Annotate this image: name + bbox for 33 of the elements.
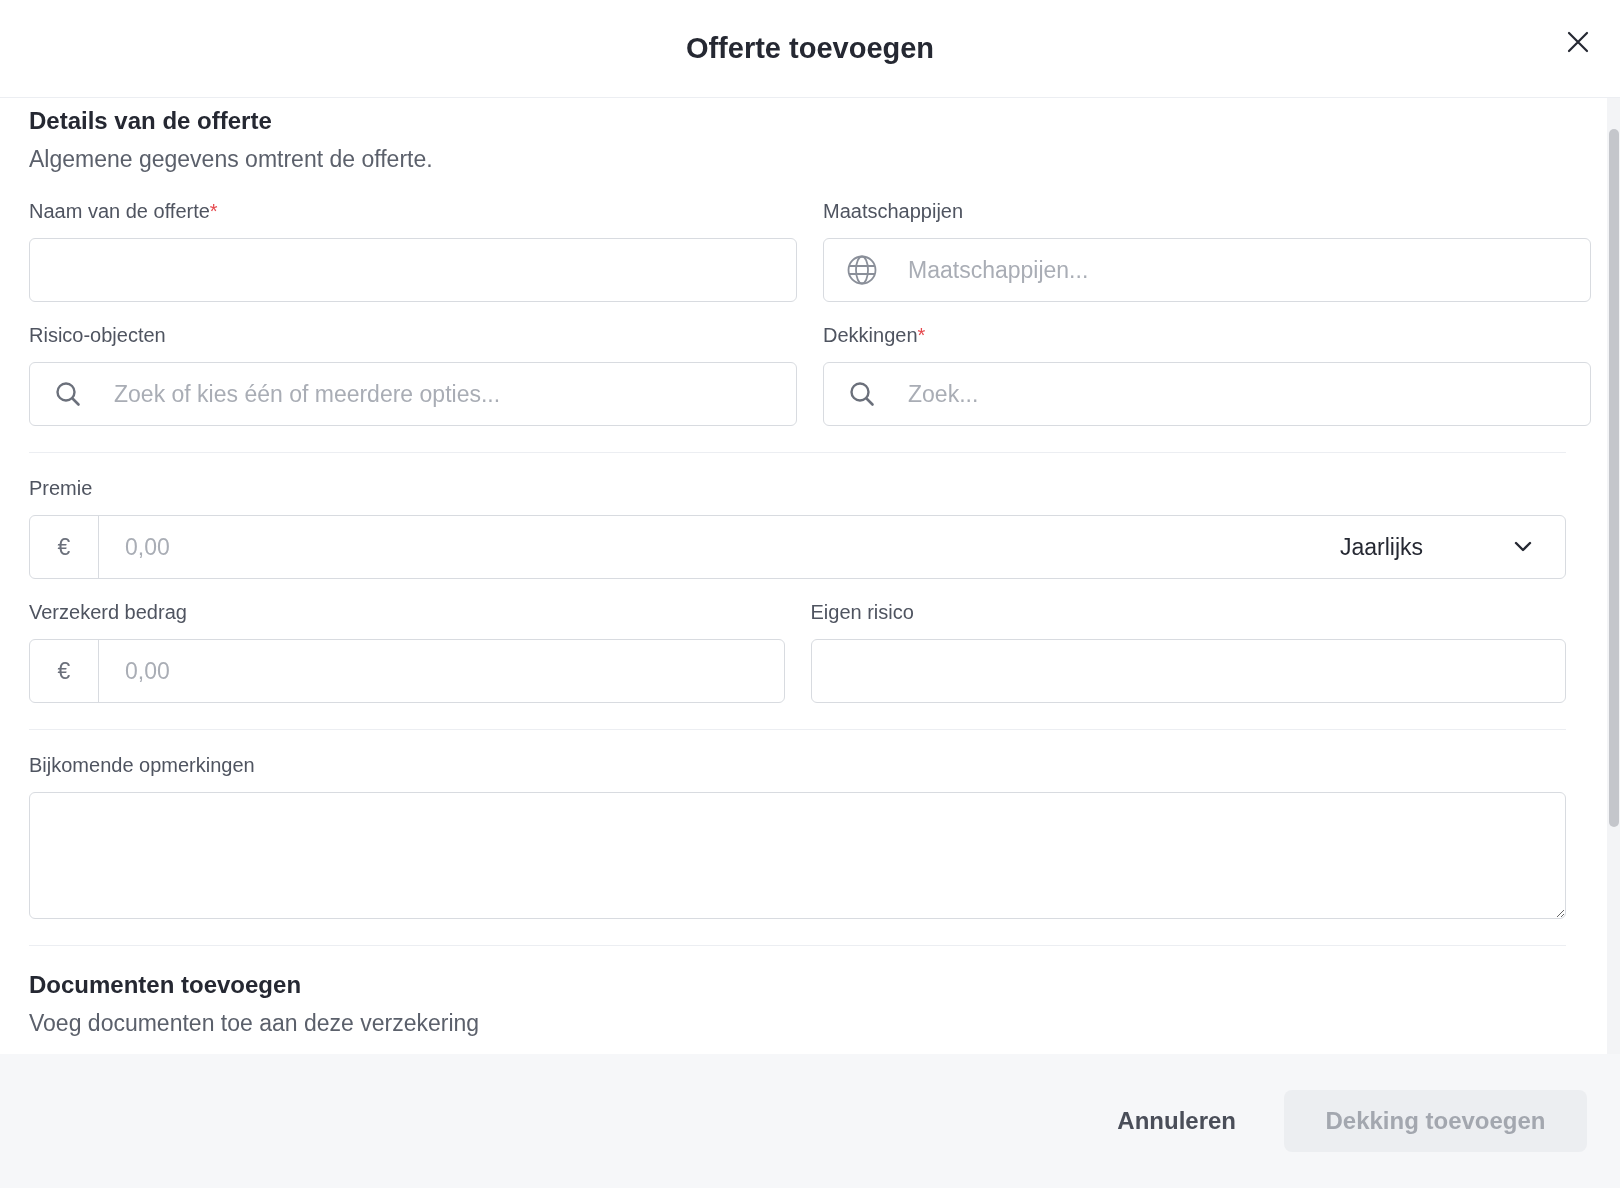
- dialog-title: Offerte toevoegen: [685, 30, 935, 66]
- section-subtitle: Voeg documenten toe aan deze verzekering: [29, 1009, 481, 1038]
- chevron-down-icon: [1513, 541, 1533, 553]
- field-label: Risico-objecten: [29, 323, 167, 348]
- premium-field[interactable]: € 0,00 Jaarlijks: [29, 515, 1566, 579]
- search-field[interactable]: Zoek...: [823, 362, 1591, 426]
- section-subtitle: Algemene gegevens omtrent de offerte.: [29, 145, 434, 174]
- text-input[interactable]: 0,00: [99, 640, 784, 702]
- period-dropdown[interactable]: Jaarlijks: [1339, 516, 1565, 578]
- field-label: Premie: [29, 476, 94, 501]
- field-label: Eigen risico: [810, 600, 915, 625]
- field-label: Bijkomende opmerkingen: [29, 753, 256, 778]
- text-input[interactable]: [810, 639, 1566, 703]
- currency-prefix: €: [30, 640, 99, 702]
- field-label: Dekkingen*: [823, 323, 927, 348]
- field-label: Verzekerd bedrag: [29, 600, 188, 625]
- section-title: Details van de offerte: [29, 106, 273, 136]
- currency-prefix: €: [30, 516, 99, 578]
- section-title: Documenten toevoegen: [29, 970, 303, 1000]
- scrollbar-thumb[interactable]: [1609, 129, 1619, 827]
- cancel-button[interactable]: Annuleren: [1109, 1089, 1244, 1153]
- field-label: Maatschappijen: [823, 199, 965, 224]
- field-label: Naam van de offerte*: [29, 199, 219, 224]
- text-input[interactable]: [29, 238, 797, 302]
- amount-field[interactable]: € 0,00: [29, 639, 785, 703]
- remarks-textarea[interactable]: [29, 792, 1566, 919]
- text-input[interactable]: 0,00: [99, 516, 1340, 578]
- close-icon: [1567, 31, 1589, 53]
- text-input[interactable]: Zoek of kies één of meerdere opties...: [114, 376, 796, 412]
- text-input[interactable]: Zoek...: [908, 376, 1590, 412]
- search-field[interactable]: Zoek of kies één of meerdere opties...: [29, 362, 797, 426]
- company-picker[interactable]: Maatschappijen...: [823, 238, 1591, 302]
- text-input[interactable]: Maatschappijen...: [908, 252, 1590, 288]
